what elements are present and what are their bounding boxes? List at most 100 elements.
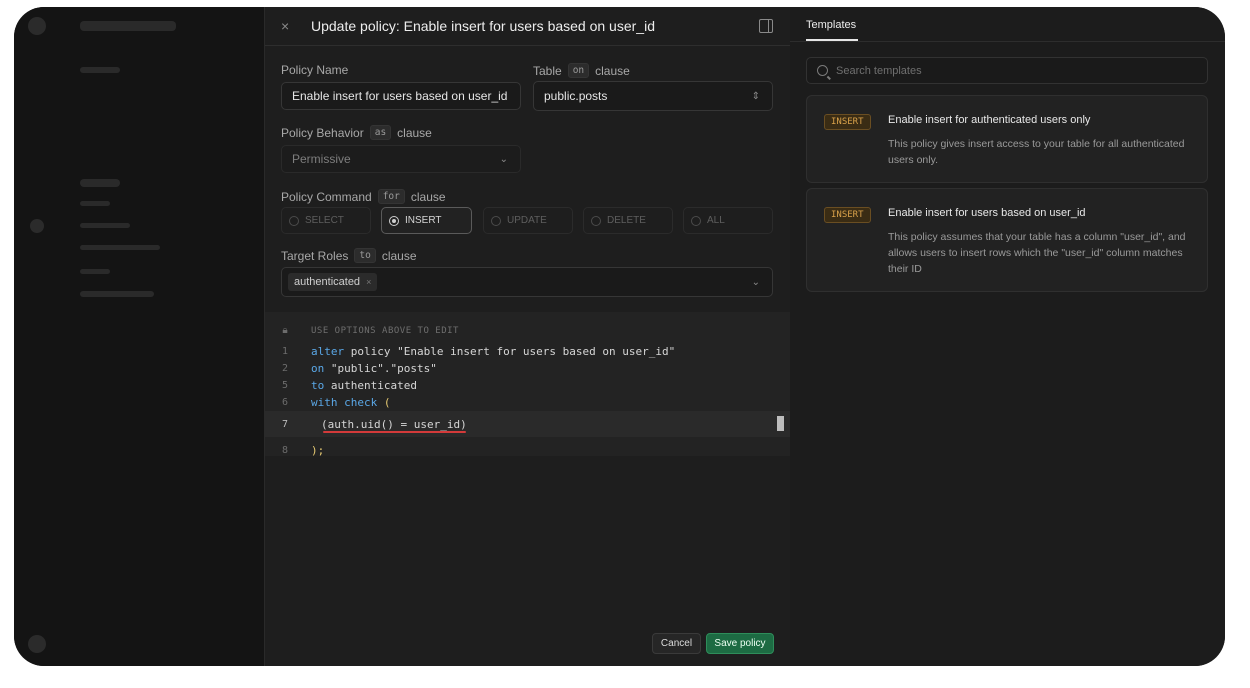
code-text: alter policy "Enable insert for users ba… xyxy=(311,345,675,358)
text-cursor xyxy=(777,416,784,431)
table-select[interactable]: public.posts ⇕ xyxy=(533,81,773,111)
role-chip[interactable]: authenticated × xyxy=(288,273,378,291)
divider xyxy=(790,41,1225,42)
radio-icon xyxy=(591,215,601,226)
code-keyword: on xyxy=(311,362,325,375)
bg-placeholder xyxy=(80,179,120,187)
command-clause: clause xyxy=(410,189,446,204)
code-line: 6 with check ( xyxy=(265,394,791,411)
template-card[interactable]: INSERT Enable insert for users based on … xyxy=(806,188,1208,292)
line-number: 8 xyxy=(281,445,289,456)
command-option-update[interactable]: UPDATE xyxy=(483,207,573,234)
line-number: 5 xyxy=(281,380,289,391)
roles-multiselect[interactable]: authenticated × ⌄ xyxy=(281,267,773,297)
role-chip-label: authenticated xyxy=(294,276,361,288)
code-text: ); xyxy=(311,444,325,457)
bg-placeholder xyxy=(80,269,110,274)
code-line: 8 ); xyxy=(265,442,791,459)
line-number: 1 xyxy=(281,346,289,357)
behavior-label-text: Policy Behavior xyxy=(281,125,364,140)
template-badge: INSERT xyxy=(824,114,871,130)
updown-chevron-icon: ⇕ xyxy=(751,90,760,102)
code-line: 5 to authenticated xyxy=(265,377,791,394)
code-line: 1 alter policy "Enable insert for users … xyxy=(265,343,791,360)
close-icon[interactable]: × xyxy=(281,18,301,34)
editor-title: Update policy: Enable insert for users b… xyxy=(311,18,655,34)
code-line: 2 on "public"."posts" xyxy=(265,360,791,377)
cancel-button[interactable]: Cancel xyxy=(652,633,701,654)
radio-icon xyxy=(691,215,701,226)
panel-toggle-icon[interactable] xyxy=(759,19,773,33)
code-text: on "public"."posts" xyxy=(311,362,437,375)
policy-editor-panel: × Update policy: Enable insert for users… xyxy=(264,7,792,666)
bg-placeholder xyxy=(80,201,110,206)
command-keyword: for xyxy=(377,189,405,204)
code-hint: USE OPTIONS ABOVE TO EDIT xyxy=(311,325,459,336)
line-number: 6 xyxy=(281,397,289,408)
command-option-label: INSERT xyxy=(405,215,442,226)
code-keyword: alter xyxy=(311,345,345,358)
behavior-label: Policy Behavior as clause xyxy=(281,125,432,140)
template-title: Enable insert for users based on user_id xyxy=(888,207,1086,219)
code-line-active[interactable]: 7 (auth.uid() = user_id) xyxy=(265,411,791,437)
sql-code-editor[interactable]: 🔒︎ USE OPTIONS ABOVE TO EDIT 1 alter pol… xyxy=(265,312,791,459)
template-description: This policy assumes that your table has … xyxy=(888,231,1186,275)
template-badge: INSERT xyxy=(824,207,871,223)
policy-name-input[interactable]: Enable insert for users based on user_id xyxy=(281,82,521,110)
user-avatar-icon xyxy=(28,635,46,653)
save-policy-button[interactable]: Save policy xyxy=(706,633,774,654)
roles-label: Target Roles to clause xyxy=(281,248,417,263)
template-card[interactable]: INSERT Enable insert for authenticated u… xyxy=(806,95,1208,183)
code-rest: ( xyxy=(377,396,391,409)
behavior-select[interactable]: Permissive ⌄ xyxy=(281,145,521,173)
background-app-sidebar xyxy=(14,7,264,666)
search-icon xyxy=(817,65,828,76)
bg-placeholder xyxy=(80,245,160,250)
behavior-value: Permissive xyxy=(292,152,351,166)
chevron-down-icon: ⌄ xyxy=(751,276,760,288)
app-window: × Update policy: Enable insert for users… xyxy=(14,7,1225,666)
code-hint-row: 🔒︎ USE OPTIONS ABOVE TO EDIT xyxy=(265,322,791,339)
code-keyword: to xyxy=(311,379,325,392)
table-value: public.posts xyxy=(544,89,608,103)
command-option-label: ALL xyxy=(707,215,725,226)
bg-placeholder xyxy=(80,67,120,73)
command-label: Policy Command for clause xyxy=(281,189,446,204)
policy-name-value: Enable insert for users based on user_id xyxy=(292,89,508,103)
roles-clause: clause xyxy=(381,248,417,263)
policy-name-label-text: Policy Name xyxy=(281,63,349,77)
command-label-text: Policy Command xyxy=(281,189,372,204)
error-underline xyxy=(323,431,466,433)
command-option-label: SELECT xyxy=(305,215,344,226)
template-title: Enable insert for authenticated users on… xyxy=(888,114,1091,126)
table-keyword: on xyxy=(567,63,590,78)
code-rest: policy "Enable insert for users based on… xyxy=(344,345,676,358)
radio-icon xyxy=(491,215,501,226)
line-number: 7 xyxy=(281,418,289,430)
table-label: Table on clause xyxy=(533,63,630,78)
editor-header: × Update policy: Enable insert for users… xyxy=(265,7,791,46)
command-option-insert[interactable]: INSERT xyxy=(381,207,472,234)
code-text: (auth.uid() = user_id) xyxy=(321,417,467,431)
lock-icon: 🔒︎ xyxy=(282,325,288,336)
command-option-label: DELETE xyxy=(607,215,646,226)
command-option-select[interactable]: SELECT xyxy=(281,207,371,234)
bg-nav-icon xyxy=(30,219,44,233)
command-option-all[interactable]: ALL xyxy=(683,207,773,234)
roles-label-text: Target Roles xyxy=(281,248,349,263)
behavior-keyword: as xyxy=(369,125,392,140)
behavior-clause: clause xyxy=(397,125,432,140)
chevron-down-icon: ⌄ xyxy=(499,153,508,165)
bg-placeholder xyxy=(80,223,130,228)
tab-templates[interactable]: Templates xyxy=(806,19,856,31)
remove-icon[interactable]: × xyxy=(366,277,371,287)
search-templates-input[interactable]: Search templates xyxy=(806,57,1208,84)
line-number: 2 xyxy=(281,363,289,374)
command-option-label: UPDATE xyxy=(507,215,547,226)
bg-placeholder xyxy=(80,21,176,31)
code-keyword: with check xyxy=(311,396,378,409)
code-rest: "public"."posts" xyxy=(324,362,437,375)
roles-keyword: to xyxy=(354,248,376,263)
command-option-delete[interactable]: DELETE xyxy=(583,207,673,234)
table-label-text: Table xyxy=(533,63,562,78)
